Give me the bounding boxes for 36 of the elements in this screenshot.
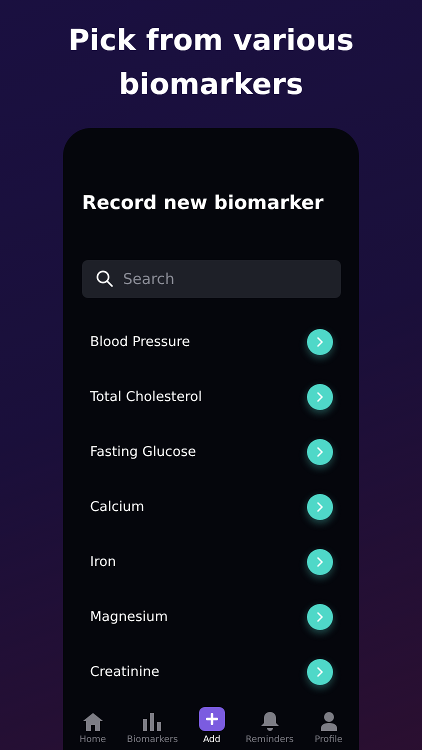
open-biomarker-button[interactable]	[307, 604, 333, 630]
tab-bar-item[interactable]: Profile	[314, 707, 343, 745]
search-icon	[96, 270, 113, 287]
tab-bar-item[interactable]: Biomarkers	[126, 707, 178, 745]
biomarker-name: Total Cholesterol	[90, 388, 202, 404]
chevron-right-icon	[317, 446, 323, 456]
biomarker-name: Iron	[90, 554, 116, 570]
open-biomarker-button[interactable]	[307, 438, 333, 464]
screen-title: Record new biomarker	[82, 191, 325, 216]
headline: Pick from various biomarkers	[67, 22, 355, 103]
search-field[interactable]: Search	[82, 260, 341, 298]
biomarker-name: Fasting Glucose	[90, 444, 196, 460]
open-biomarker-button[interactable]	[307, 384, 333, 410]
add-button[interactable]	[198, 707, 225, 731]
tab-bar-item[interactable]: Add	[198, 707, 225, 745]
chevron-right-icon	[317, 612, 323, 622]
chevron-right-icon	[317, 666, 323, 676]
chevron-right-icon	[317, 502, 323, 512]
tab-bar-item[interactable]: Reminders	[246, 707, 294, 745]
biomarker-name: Creatinine	[90, 664, 160, 680]
biomarker-name: Magnesium	[90, 608, 168, 624]
open-biomarker-button[interactable]	[307, 548, 333, 574]
chevron-right-icon	[317, 392, 323, 402]
person-icon	[320, 712, 337, 731]
bar-chart-icon	[143, 713, 162, 731]
plus-icon	[206, 713, 218, 725]
chevron-right-icon	[317, 556, 323, 566]
chevron-right-icon	[317, 336, 323, 346]
biomarker-name: Blood Pressure	[90, 334, 190, 350]
open-biomarker-button[interactable]	[307, 658, 333, 684]
home-icon	[82, 713, 103, 731]
open-biomarker-button[interactable]	[307, 328, 333, 354]
tab-bar-item[interactable]: Home	[79, 707, 106, 745]
open-biomarker-button[interactable]	[307, 494, 333, 520]
bell-icon	[260, 712, 279, 731]
biomarker-name: Calcium	[90, 498, 144, 514]
